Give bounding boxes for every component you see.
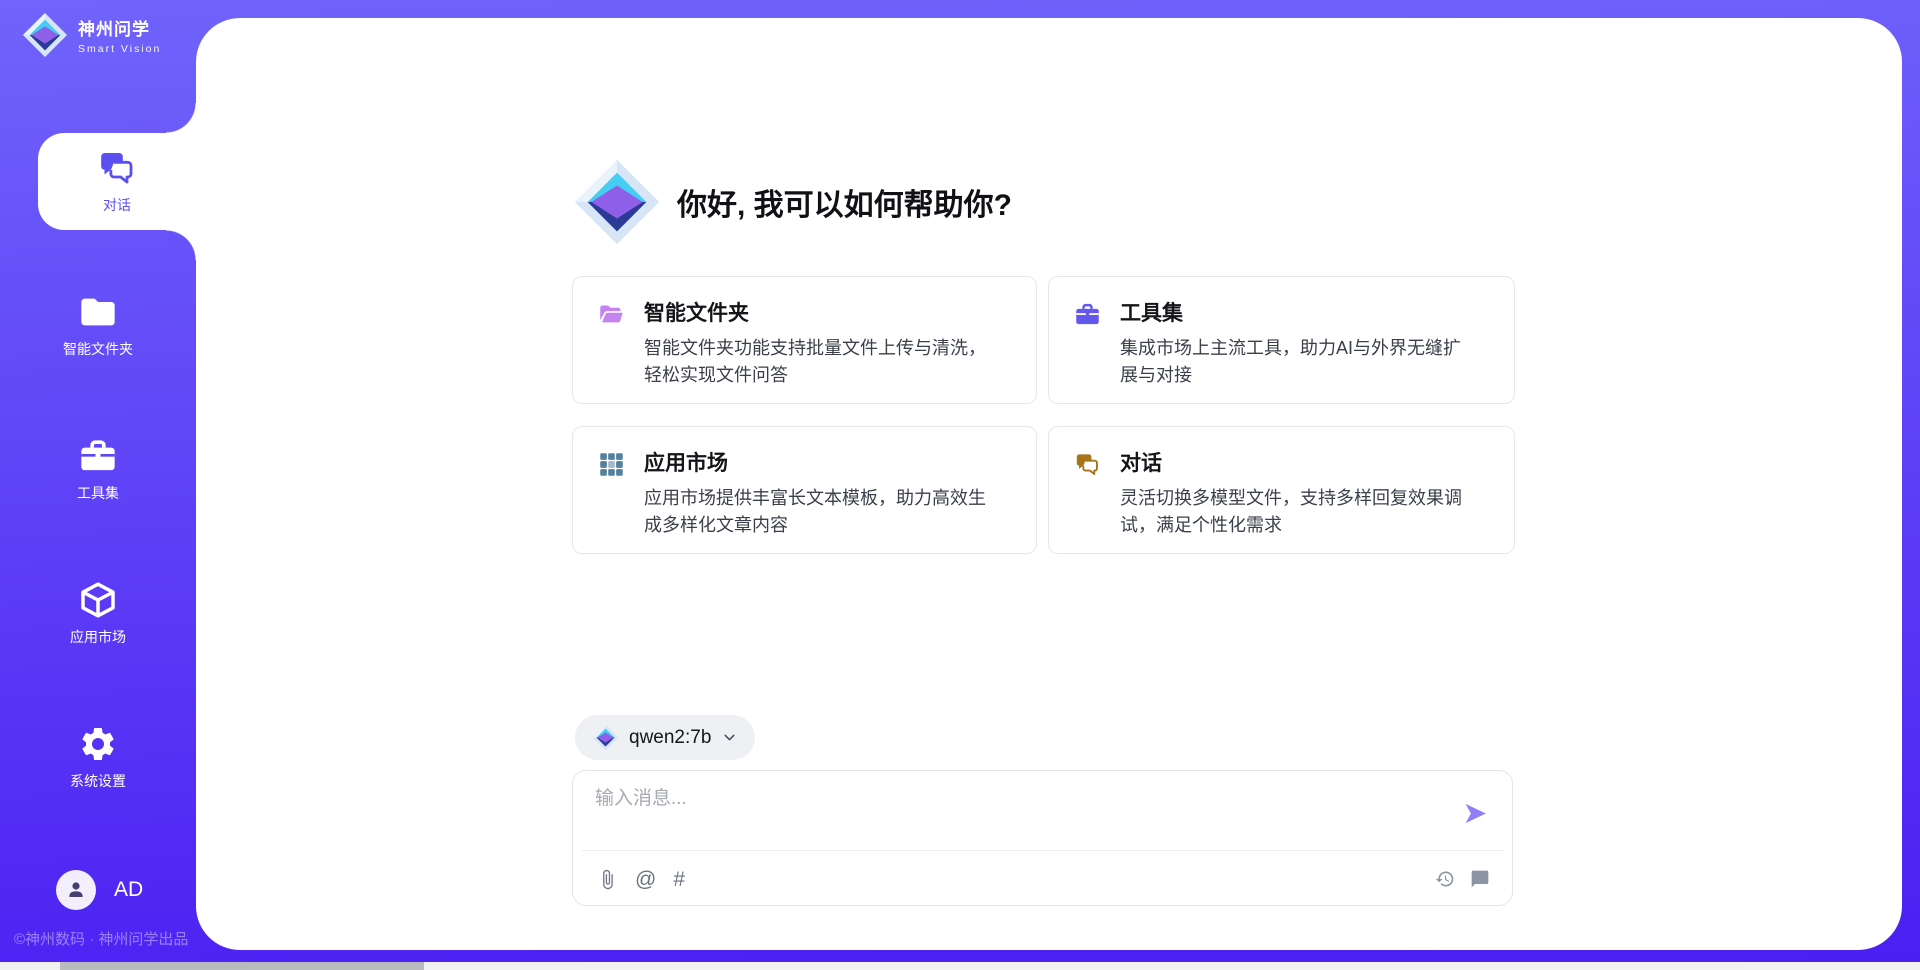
card-description: 集成市场上主流工具，助力AI与外界无缝扩展与对接 (1120, 335, 1478, 389)
folder-open-icon (598, 301, 625, 328)
sidebar-item-label: 系统设置 (70, 771, 126, 791)
toolbox-icon (1074, 301, 1101, 328)
chat-bubble-icon[interactable] (1470, 869, 1490, 889)
card-app-market[interactable]: 应用市场 应用市场提供丰富长文本模板，助力高效生成多样化文章内容 (572, 426, 1037, 554)
model-logo-icon (592, 724, 619, 751)
folder-icon (78, 292, 118, 332)
card-chat[interactable]: 对话 灵活切换多模型文件，支持多样回复效果调试，满足个性化需求 (1048, 426, 1515, 554)
sidebar-item-smart-folder[interactable]: 智能文件夹 (0, 277, 196, 374)
card-description: 灵活切换多模型文件，支持多样回复效果调试，满足个性化需求 (1120, 485, 1478, 539)
card-title: 工具集 (1120, 300, 1478, 327)
sidebar-item-label: 工具集 (77, 483, 119, 503)
chat-bubbles-icon (1074, 451, 1101, 478)
brand-subtitle: Smart Vision (78, 43, 161, 55)
main-panel: 你好, 我可以如何帮助你? 智能文件夹 智能文件夹功能支持批量文件上传与清洗，轻… (196, 18, 1902, 950)
sidebar-footer: ©神州数码 · 神州问学出品 (14, 928, 188, 949)
brand-logo-icon (22, 12, 68, 58)
send-icon[interactable] (1462, 800, 1489, 827)
card-title: 应用市场 (644, 450, 1000, 477)
card-toolset[interactable]: 工具集 集成市场上主流工具，助力AI与外界无缝扩展与对接 (1048, 276, 1515, 404)
card-description: 智能文件夹功能支持批量文件上传与清洗，轻松实现文件问答 (644, 335, 1000, 389)
horizontal-scrollbar (0, 962, 1920, 970)
history-icon[interactable] (1435, 869, 1455, 889)
brand: 神州问学 Smart Vision (22, 12, 161, 58)
sidebar-item-label: 对话 (103, 195, 131, 215)
hash-tag-icon[interactable]: # (673, 869, 685, 890)
cube-icon (78, 580, 118, 620)
chevron-down-icon (721, 729, 738, 746)
chat-bubbles-icon (97, 148, 137, 188)
assistant-logo-icon (573, 158, 661, 246)
avatar (56, 870, 96, 910)
paperclip-icon[interactable] (597, 869, 618, 890)
feature-cards: 智能文件夹 智能文件夹功能支持批量文件上传与清洗，轻松实现文件问答 工具集 集成… (572, 276, 1515, 554)
sidebar-item-settings[interactable]: 系统设置 (0, 709, 196, 806)
message-input[interactable] (595, 783, 1435, 841)
model-selector[interactable]: qwen2:7b (575, 715, 755, 760)
greeting-text: 你好, 我可以如何帮助你? (677, 180, 1012, 224)
user-chip[interactable]: AD (56, 870, 143, 910)
card-title: 智能文件夹 (644, 300, 1000, 327)
brand-title: 神州问学 (78, 15, 161, 40)
toolbox-icon (78, 436, 118, 476)
message-composer: @ # (572, 770, 1513, 906)
sidebar-item-toolset[interactable]: 工具集 (0, 421, 196, 518)
sidebar-item-label: 应用市场 (70, 627, 126, 647)
card-title: 对话 (1120, 450, 1478, 477)
at-mention-icon[interactable]: @ (635, 869, 656, 890)
gear-icon (78, 724, 118, 764)
card-description: 应用市场提供丰富长文本模板，助力高效生成多样化文章内容 (644, 485, 1000, 539)
grid-icon (598, 451, 625, 478)
sidebar-item-label: 智能文件夹 (63, 339, 133, 359)
sidebar-item-chat[interactable]: 对话 (38, 133, 196, 230)
welcome-header: 你好, 我可以如何帮助你? (573, 158, 1012, 246)
card-smart-folder[interactable]: 智能文件夹 智能文件夹功能支持批量文件上传与清洗，轻松实现文件问答 (572, 276, 1037, 404)
model-name: qwen2:7b (629, 727, 711, 749)
horizontal-scrollbar-thumb[interactable] (60, 962, 424, 970)
sidebar: 神州问学 Smart Vision 对话 智能文件夹 (0, 0, 196, 970)
composer-toolbar: @ # (597, 851, 1490, 907)
user-name: AD (114, 878, 143, 902)
sidebar-item-app-market[interactable]: 应用市场 (0, 565, 196, 662)
